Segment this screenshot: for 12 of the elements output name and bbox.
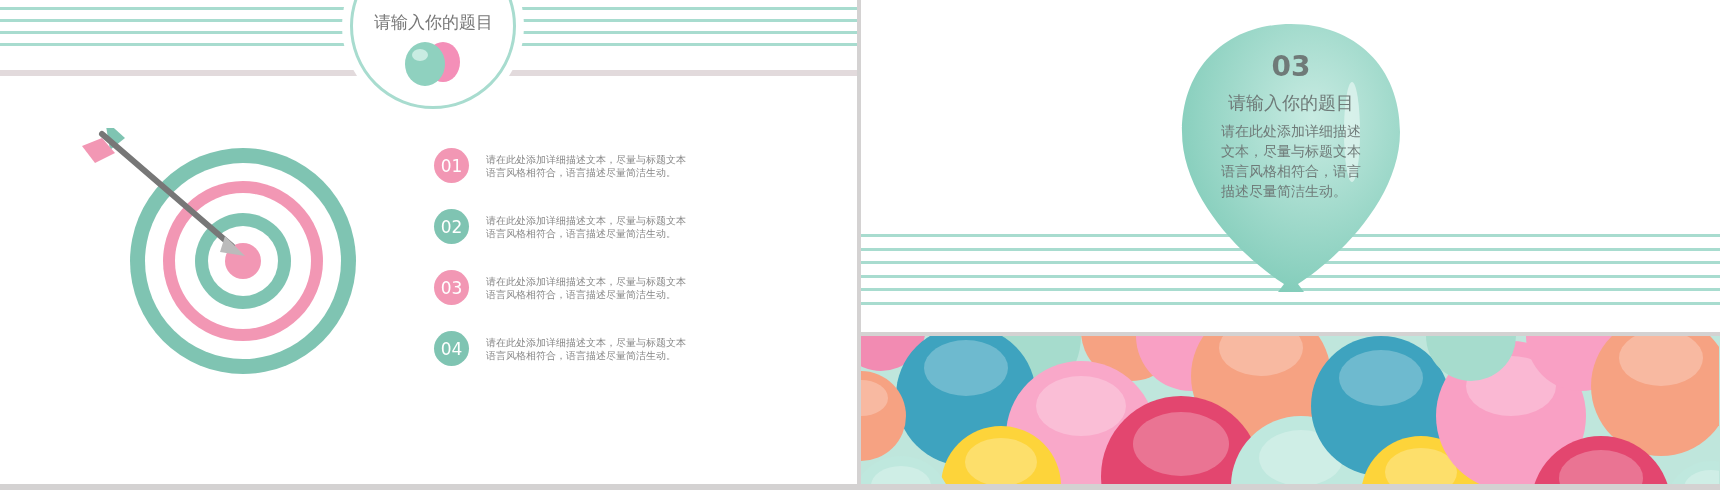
slide-title: 请输入你的题目 <box>373 11 493 34</box>
description-text: 请在此处添加详细描述文本，尽量与标题文本语言风格相符合，语言描述尽量简洁生动。 <box>486 335 687 362</box>
number-badge: 04 <box>434 331 469 366</box>
number-badge: 02 <box>434 209 469 244</box>
description-text: 请在此处添加详细描述文本，尽量与标题文本语言风格相符合，语言描述尽量简洁生动。 <box>486 152 687 179</box>
section-description: 请在此处添加详细描述文本，尽量与标题文本语言风格相符合，语言描述尽量简洁生动。 <box>1220 122 1362 201</box>
section-number: 03 <box>1271 50 1311 83</box>
description-text: 请在此处添加详细描述文本，尽量与标题文本语言风格相符合，语言描述尽量简洁生动。 <box>486 213 687 240</box>
number-badge: 03 <box>434 270 469 305</box>
description-text: 请在此处添加详细描述文本，尽量与标题文本语言风格相符合，语言描述尽量简洁生动。 <box>486 274 687 301</box>
section-title: 请输入你的题目 <box>1228 91 1354 115</box>
number-badge: 01 <box>434 148 469 183</box>
